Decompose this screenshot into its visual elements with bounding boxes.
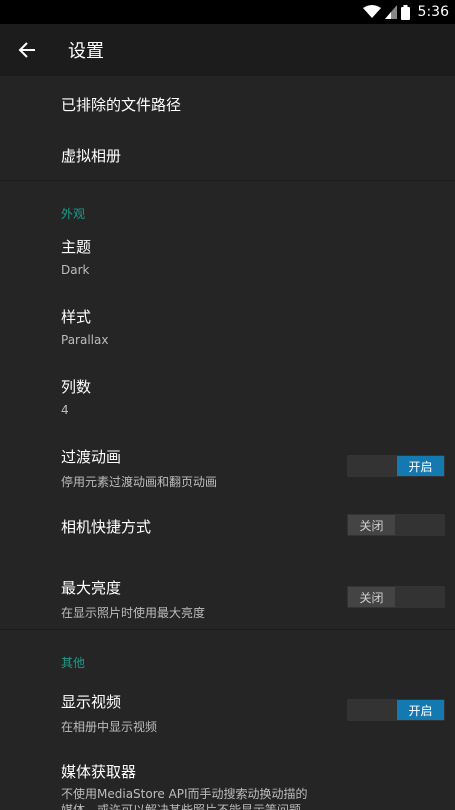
style-value: Parallax (61, 333, 109, 347)
settings-screen: 5:36 设置 已排除的文件路径 虚拟相册 外观 主题 Dark 样式 Para… (0, 0, 455, 810)
excluded-paths-item[interactable]: 已排除的文件路径 (0, 76, 455, 128)
toggle-state: 关闭 (348, 587, 395, 607)
toolbar: 设置 (0, 24, 455, 76)
back-arrow-icon[interactable] (0, 24, 54, 76)
columns-value: 4 (61, 403, 69, 417)
transitions-item[interactable]: 过渡动画 停用元素过渡动画和翻页动画 开启 (0, 435, 455, 505)
toggle-state: 开启 (397, 700, 444, 720)
status-icons (362, 4, 410, 20)
style-label: 样式 (61, 308, 92, 326)
show-video-toggle[interactable]: 开启 (347, 699, 445, 721)
appearance-header: 外观 (61, 207, 86, 221)
page-title: 设置 (68, 41, 104, 62)
media-retriever-label: 媒体获取器 (61, 763, 137, 781)
style-item[interactable]: 样式 Parallax (0, 295, 455, 365)
camera-shortcut-toggle[interactable]: 关闭 (347, 514, 445, 536)
columns-label: 列数 (61, 378, 92, 396)
transitions-toggle[interactable]: 开启 (347, 455, 445, 477)
columns-item[interactable]: 列数 4 (0, 365, 455, 435)
wifi-icon (362, 5, 381, 18)
excluded-paths-label: 已排除的文件路径 (61, 96, 182, 114)
max-brightness-item[interactable]: 最大亮度 在显示照片时使用最大亮度 关闭 (0, 555, 455, 629)
virtual-album-item[interactable]: 虚拟相册 (0, 128, 455, 180)
top-section: 已排除的文件路径 虚拟相册 (0, 76, 455, 180)
toggle-state: 关闭 (348, 515, 395, 535)
battery-icon (400, 4, 410, 20)
media-retriever-summary: 不使用MediaStore API而手动搜索动换动描的媒体，或许可以解决某些照片… (61, 787, 308, 810)
virtual-album-label: 虚拟相册 (61, 147, 122, 165)
theme-value: Dark (61, 263, 90, 277)
signal-icon (384, 5, 397, 19)
status-bar: 5:36 (0, 0, 455, 24)
toggle-state: 开启 (397, 456, 444, 476)
theme-item[interactable]: 主题 Dark (0, 225, 455, 295)
other-header: 其他 (61, 656, 86, 670)
theme-label: 主题 (61, 238, 92, 256)
show-video-item[interactable]: 显示视频 在相册中显示视频 开启 (0, 674, 455, 744)
status-time: 5:36 (417, 4, 449, 20)
max-brightness-toggle[interactable]: 关闭 (347, 586, 445, 608)
camera-shortcut-item[interactable]: 相机快捷方式 关闭 (0, 505, 455, 555)
media-retriever-item[interactable]: 媒体获取器 不使用MediaStore API而手动搜索动换动描的媒体，或许可以… (0, 744, 455, 810)
